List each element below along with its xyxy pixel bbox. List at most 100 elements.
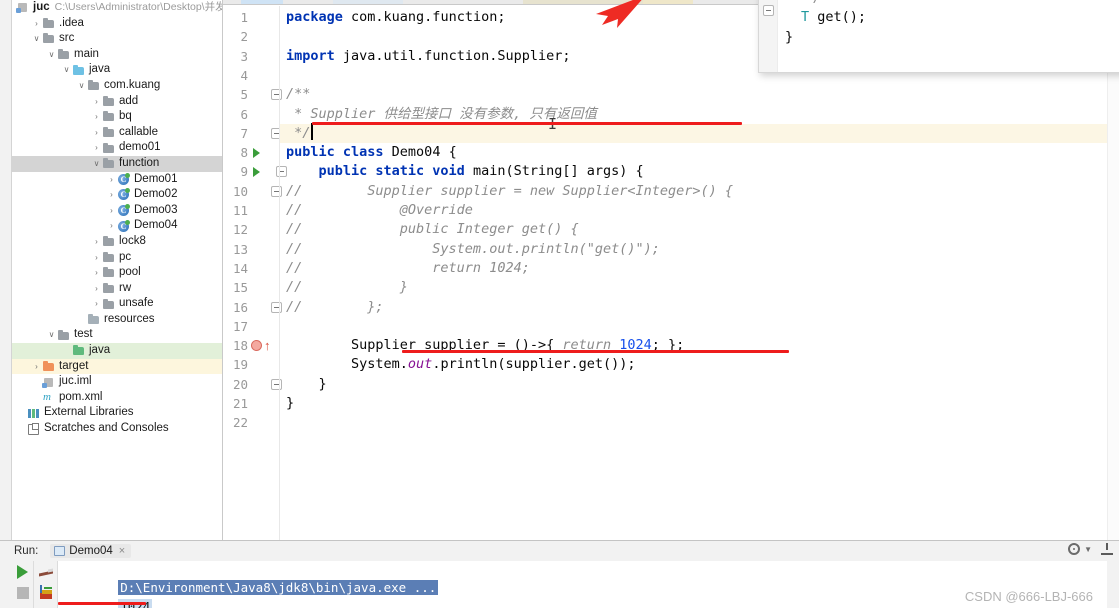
chevron-down-icon[interactable]: ∨ bbox=[31, 31, 42, 47]
code-editor[interactable]: 1 2 3 4 5 6 7 8 9 10 11 12 13 14 15 16 17 18 19 20 21 22 ↑ pac… bbox=[223, 0, 1119, 540]
tree-item-demo02[interactable]: › C Demo02 bbox=[12, 187, 222, 203]
tree-item-label: demo01 bbox=[119, 141, 161, 154]
run-tab-demo04[interactable]: Demo04 × bbox=[50, 544, 132, 558]
popup-fold-icon[interactable] bbox=[763, 5, 774, 16]
tree-item-main[interactable]: ∨ main bbox=[12, 47, 222, 63]
tree-item-rw[interactable]: › rw bbox=[12, 281, 222, 297]
java-icon: C bbox=[117, 219, 131, 233]
chevron-right-icon[interactable]: › bbox=[91, 109, 102, 125]
line-number: 14 bbox=[232, 260, 248, 276]
chevron-right-icon[interactable]: › bbox=[31, 16, 42, 32]
chevron-down-icon[interactable]: ∨ bbox=[91, 156, 102, 172]
tree-item-label: Demo03 bbox=[134, 203, 178, 216]
tree-item-java[interactable]: java bbox=[12, 343, 222, 359]
chevron-down-icon[interactable]: ∨ bbox=[46, 47, 57, 63]
chevron-down-icon[interactable]: ∨ bbox=[61, 62, 72, 78]
folder-icon bbox=[102, 95, 116, 108]
recompile-arrow-icon[interactable]: ↑ bbox=[264, 339, 271, 352]
editor-gutter[interactable]: 1 2 3 4 5 6 7 8 9 10 11 12 13 14 15 16 17 18 19 20 21 22 ↑ bbox=[223, 6, 287, 540]
chevron-down-icon[interactable]: ∨ bbox=[46, 327, 57, 343]
console-command-text: D:\Environment\Java8\jdk8\bin\java.exe .… bbox=[118, 580, 439, 595]
chevron-right-icon[interactable]: › bbox=[106, 172, 117, 188]
chevron-right-icon[interactable]: › bbox=[91, 250, 102, 266]
tree-item-callable[interactable]: › callable bbox=[12, 125, 222, 141]
editor-scrollbar[interactable] bbox=[1107, 6, 1119, 540]
tree-item-pc[interactable]: › pc bbox=[12, 250, 222, 266]
print-icon[interactable] bbox=[39, 565, 53, 577]
tree-item-pool[interactable]: › pool bbox=[12, 265, 222, 281]
console-actions-column[interactable] bbox=[34, 561, 58, 608]
red-arrow-annotation bbox=[596, 0, 642, 28]
tree-item-java[interactable]: ∨ java bbox=[12, 62, 222, 78]
line-number: 3 bbox=[240, 48, 248, 64]
tree-item-label: target bbox=[59, 359, 89, 372]
tree-item-demo01[interactable]: › demo01 bbox=[12, 140, 222, 156]
tree-item-target[interactable]: › target bbox=[12, 358, 222, 375]
text-caret bbox=[311, 123, 313, 140]
project-tree[interactable]: › .idea ∨ src ∨ main ∨ java ∨ com.kuang › add › bq › ca… bbox=[12, 16, 222, 437]
chevron-right-icon[interactable]: › bbox=[91, 281, 102, 297]
download-icon[interactable] bbox=[1101, 543, 1113, 555]
code-text-area[interactable]: package com.kuang.function; import java.u… bbox=[280, 6, 1119, 540]
chevron-right-icon[interactable]: › bbox=[91, 140, 102, 156]
chevron-right-icon[interactable]: › bbox=[106, 218, 117, 234]
console-output[interactable]: D:\Environment\Java8\jdk8\bin\java.exe .… bbox=[58, 561, 1107, 608]
left-tool-strip[interactable]: Structure bbox=[0, 0, 12, 540]
tree-item-resources[interactable]: resources bbox=[12, 312, 222, 328]
line-number: 8 bbox=[240, 145, 248, 161]
annotation-underline-lambda bbox=[402, 350, 789, 353]
code-line: System.out.println(supplier.get()); bbox=[286, 356, 636, 373]
warning-gutter-icon[interactable] bbox=[251, 340, 262, 352]
project-root-row[interactable]: juc C:\Users\Administrator\Desktop\并发编程\ bbox=[12, 0, 222, 16]
sort-icon[interactable] bbox=[39, 585, 53, 599]
run-tool-window[interactable]: Run: Demo04 × ▼ D:\Environment\Java8\jdk… bbox=[0, 540, 1119, 608]
console-output-line: 1024 bbox=[58, 583, 153, 608]
chevron-right-icon[interactable]: › bbox=[31, 359, 42, 375]
chevron-right-icon[interactable]: › bbox=[91, 125, 102, 141]
chevron-right-icon[interactable]: › bbox=[106, 187, 117, 203]
tree-item-add[interactable]: › add bbox=[12, 94, 222, 110]
chevron-right-icon[interactable]: › bbox=[91, 296, 102, 312]
tree-item-pom-xml[interactable]: m pom.xml bbox=[12, 390, 222, 406]
chevron-right-icon[interactable]: › bbox=[91, 234, 102, 250]
chevron-right-icon[interactable]: › bbox=[106, 203, 117, 219]
tree-item-bq[interactable]: › bq bbox=[12, 109, 222, 125]
chevron-down-icon[interactable]: ▼ bbox=[1084, 545, 1092, 554]
close-icon[interactable]: × bbox=[119, 545, 125, 557]
project-tool-window[interactable]: juc C:\Users\Administrator\Desktop\并发编程\… bbox=[12, 0, 223, 540]
run-actions-column[interactable] bbox=[12, 561, 34, 608]
run-gutter-icon[interactable] bbox=[253, 167, 260, 178]
tree-item-src[interactable]: ∨ src bbox=[12, 31, 222, 47]
tree-item--idea[interactable]: › .idea bbox=[12, 16, 222, 32]
tree-item-juc-iml[interactable]: juc.iml bbox=[12, 374, 222, 390]
tree-item-demo01[interactable]: › C Demo01 bbox=[12, 172, 222, 188]
tree-item-demo03[interactable]: › C Demo03 bbox=[12, 203, 222, 219]
rerun-icon[interactable] bbox=[17, 565, 28, 579]
chevron-down-icon[interactable]: ∨ bbox=[76, 78, 87, 94]
mouse-ibeam-cursor: I bbox=[548, 116, 557, 133]
code-line: // System.out.println("get()"); bbox=[286, 240, 660, 257]
chevron-right-icon[interactable]: › bbox=[91, 265, 102, 281]
tree-item-lock8[interactable]: › lock8 bbox=[12, 234, 222, 250]
quick-documentation-popup[interactable]: */T get();} bbox=[758, 0, 1119, 73]
tree-item-label: com.kuang bbox=[104, 78, 161, 91]
line-number: 17 bbox=[232, 318, 248, 334]
run-gutter-icon[interactable] bbox=[253, 148, 260, 159]
folder-icon bbox=[102, 235, 116, 248]
folder-icon bbox=[102, 157, 116, 170]
run-toolbar-right[interactable]: ▼ bbox=[1068, 543, 1113, 555]
tree-item-com-kuang[interactable]: ∨ com.kuang bbox=[12, 78, 222, 94]
line-number: 5 bbox=[240, 87, 248, 103]
tree-item-test[interactable]: ∨ test bbox=[12, 327, 222, 343]
tree-item-unsafe[interactable]: › unsafe bbox=[12, 296, 222, 312]
line-number: 4 bbox=[240, 67, 248, 83]
tree-item-function[interactable]: ∨ function bbox=[12, 155, 222, 172]
tree-item-external-libraries[interactable]: External Libraries bbox=[12, 405, 222, 421]
chevron-right-icon[interactable]: › bbox=[91, 94, 102, 110]
tree-item-scratches-and-consoles[interactable]: Scratches and Consoles bbox=[12, 421, 222, 437]
java-class-icon: C bbox=[118, 204, 130, 217]
tree-item-label: pool bbox=[119, 266, 141, 279]
stop-icon[interactable] bbox=[16, 587, 29, 599]
gear-icon[interactable] bbox=[1068, 543, 1081, 555]
tree-item-demo04[interactable]: › C Demo04 bbox=[12, 218, 222, 234]
